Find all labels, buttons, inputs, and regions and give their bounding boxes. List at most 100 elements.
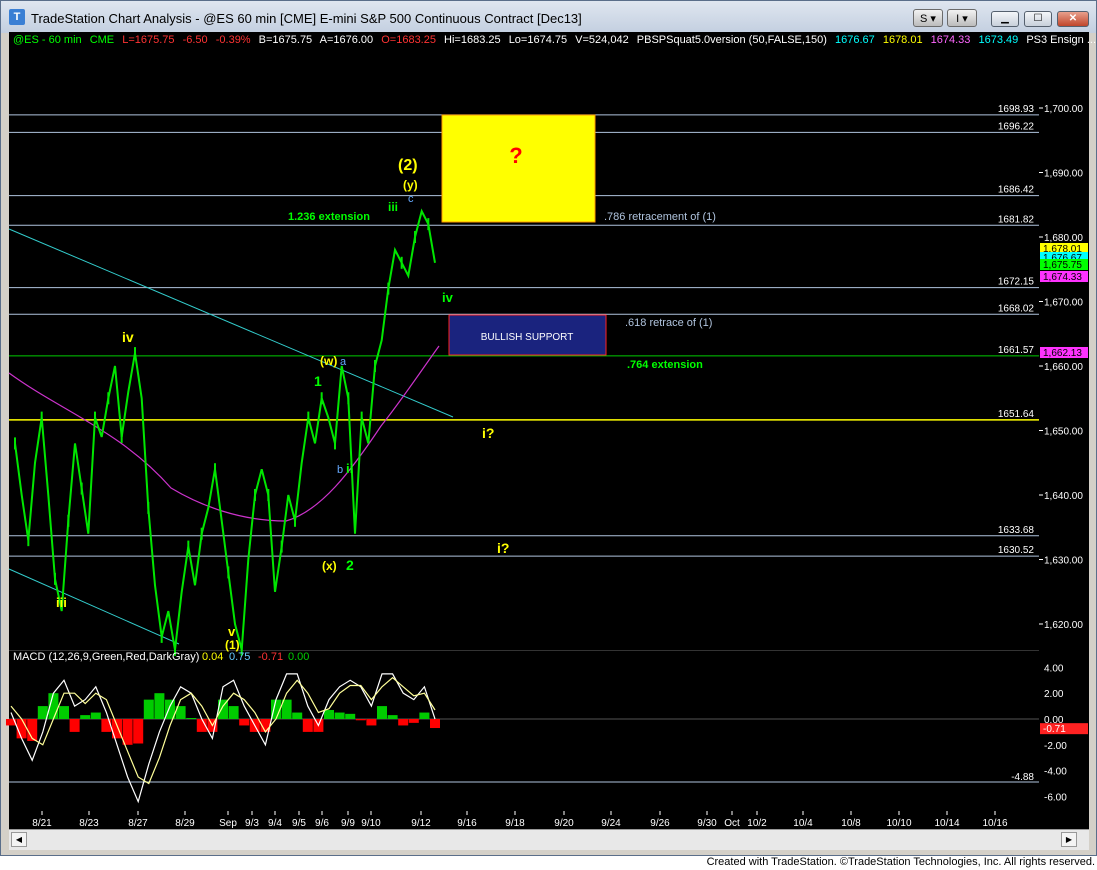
time-tick-label: 8/27: [128, 818, 148, 829]
time-tick-label: 8/29: [175, 818, 195, 829]
price-tick-label: 1,650.00: [1044, 427, 1083, 438]
time-tick-label: 9/4: [268, 818, 282, 829]
price-tick-label: 1,700.00: [1044, 104, 1083, 115]
wave-label-x: (x): [322, 559, 337, 573]
wave-label-iii: iii: [388, 200, 398, 214]
macd-histogram-bar: [419, 712, 430, 719]
macd-histogram-bar: [122, 719, 133, 745]
wave-label-iii-low: iii: [56, 595, 67, 610]
wave-label-2-paren: (2): [398, 157, 418, 174]
time-tick-label: 9/3: [245, 818, 259, 829]
level-label: 1672.15: [998, 277, 1035, 288]
retracement-618-label: .618 retrace of (1): [625, 317, 712, 329]
level-label: 1651.64: [998, 409, 1035, 420]
time-tick-label: 9/5: [292, 818, 306, 829]
macd-title: MACD (12,26,9,Green,Red,DarkGray): [13, 651, 199, 663]
downtrend-line-lower: [8, 568, 180, 645]
time-tick-label: 10/8: [841, 818, 861, 829]
price-tick-label: 1,690.00: [1044, 169, 1083, 180]
wave-label-1-paren: (1): [225, 638, 240, 652]
wave-label-i-question-2: i?: [497, 540, 509, 556]
time-tick-label: 9/6: [315, 818, 329, 829]
macd-histogram-bar: [80, 715, 91, 719]
macd-tick-label: 2.00: [1044, 689, 1064, 700]
macd-tick-label: -4.00: [1044, 767, 1067, 778]
wave-label-iv-green: iv: [442, 290, 454, 305]
wave-label-b: b: [337, 464, 343, 476]
time-scrollbar[interactable]: ◀ ▶: [9, 829, 1089, 850]
macd-histogram-bar: [302, 719, 313, 732]
macd-value-1: 0.04: [202, 651, 223, 663]
macd-histogram-bar: [143, 699, 154, 719]
level-label: 1681.82: [998, 214, 1035, 225]
macd-value-3: -0.71: [258, 651, 283, 663]
level-label: 1661.57: [998, 345, 1035, 356]
time-tick-label: 9/20: [554, 818, 574, 829]
extension-1236-label: 1.236 extension: [288, 211, 370, 223]
price-series: [14, 208, 436, 651]
macd-value-2: 0.75: [229, 651, 250, 663]
scroll-right-arrow[interactable]: ▶: [1061, 832, 1077, 847]
time-tick-label: 10/2: [747, 818, 767, 829]
macd-histogram-bar: [334, 712, 345, 719]
scroll-left-arrow[interactable]: ◀: [11, 832, 27, 847]
time-tick-label: 9/18: [505, 818, 525, 829]
macd-tick-label: 4.00: [1044, 663, 1064, 674]
macd-tick-label: -6.00: [1044, 792, 1067, 803]
time-tick-label: 9/10: [361, 818, 381, 829]
extension-764-label: .764 extension: [627, 359, 703, 371]
macd-histogram-bar: [90, 712, 101, 719]
retracement-786-label: .786 retracement of (1): [604, 211, 716, 223]
target-zone-box: [441, 114, 596, 223]
price-tag-label: 1,662.13: [1043, 348, 1082, 359]
time-tick-label: 9/24: [601, 818, 621, 829]
macd-histogram-bar: [101, 719, 112, 732]
macd-value-4: 0.00: [288, 651, 309, 663]
chart-overlay: 1,700.00 1,690.00 1,680.00 1,670.00 1,660.00…: [6, 104, 1088, 829]
level-label: 1686.42: [998, 185, 1035, 196]
macd-histogram-bar: [69, 719, 80, 732]
level-label: 1668.02: [998, 303, 1035, 314]
macd-histogram-bar: [355, 719, 366, 721]
time-tick-label: 8/21: [32, 818, 52, 829]
macd-histogram-bar: [228, 706, 239, 719]
wave-label-iv-yellow: iv: [122, 329, 134, 345]
price-tick-label: 1,640.00: [1044, 491, 1083, 502]
time-tick-label: 10/14: [934, 818, 959, 829]
wave-label-v: v: [228, 624, 236, 639]
macd-histogram-bar: [345, 713, 356, 719]
wave-label-1: 1: [314, 373, 322, 389]
time-tick-label: 10/10: [886, 818, 911, 829]
macd-histogram-bar: [377, 706, 387, 719]
time-tick-label: 9/26: [650, 818, 670, 829]
macd-histogram-bar: [366, 719, 377, 726]
wave-label-i-question-1: i?: [482, 425, 494, 441]
macd-histogram-bar: [387, 715, 398, 719]
time-tick-label: 8/23: [79, 818, 99, 829]
time-tick-label: 9/30: [697, 818, 717, 829]
level-label: 1633.68: [998, 525, 1035, 536]
price-tick-label: 1,620.00: [1044, 620, 1083, 631]
macd-histogram-bar: [239, 719, 250, 726]
macd-histogram-bar: [59, 706, 69, 719]
price-tick-label: 1,660.00: [1044, 362, 1083, 373]
macd-histogram-bar: [324, 709, 334, 719]
price-tick-label: 1,670.00: [1044, 298, 1083, 309]
time-tick-label: 10/4: [793, 818, 813, 829]
bullish-support-label: BULLISH SUPPORT: [481, 332, 574, 343]
wave-label-2: 2: [346, 557, 354, 573]
time-tick-label: Oct: [724, 818, 740, 829]
time-tick-label: 9/12: [411, 818, 431, 829]
time-tick-label: 9/9: [341, 818, 355, 829]
level-label: 1698.93: [998, 104, 1035, 115]
macd-histogram-bar: [398, 719, 409, 726]
app-window: T TradeStation Chart Analysis - @ES 60 m…: [0, 0, 1097, 856]
wave-label-w: (w): [320, 354, 337, 368]
macd-histogram-bar: [430, 719, 440, 729]
price-tag-label: 1,674.33: [1043, 272, 1082, 283]
level-label: 1696.22: [998, 121, 1035, 132]
time-tick-label: 9/16: [457, 818, 477, 829]
macd-histogram-bar: [154, 693, 165, 719]
macd-histogram-bar: [186, 718, 197, 719]
price-tick-label: 1,680.00: [1044, 233, 1083, 244]
